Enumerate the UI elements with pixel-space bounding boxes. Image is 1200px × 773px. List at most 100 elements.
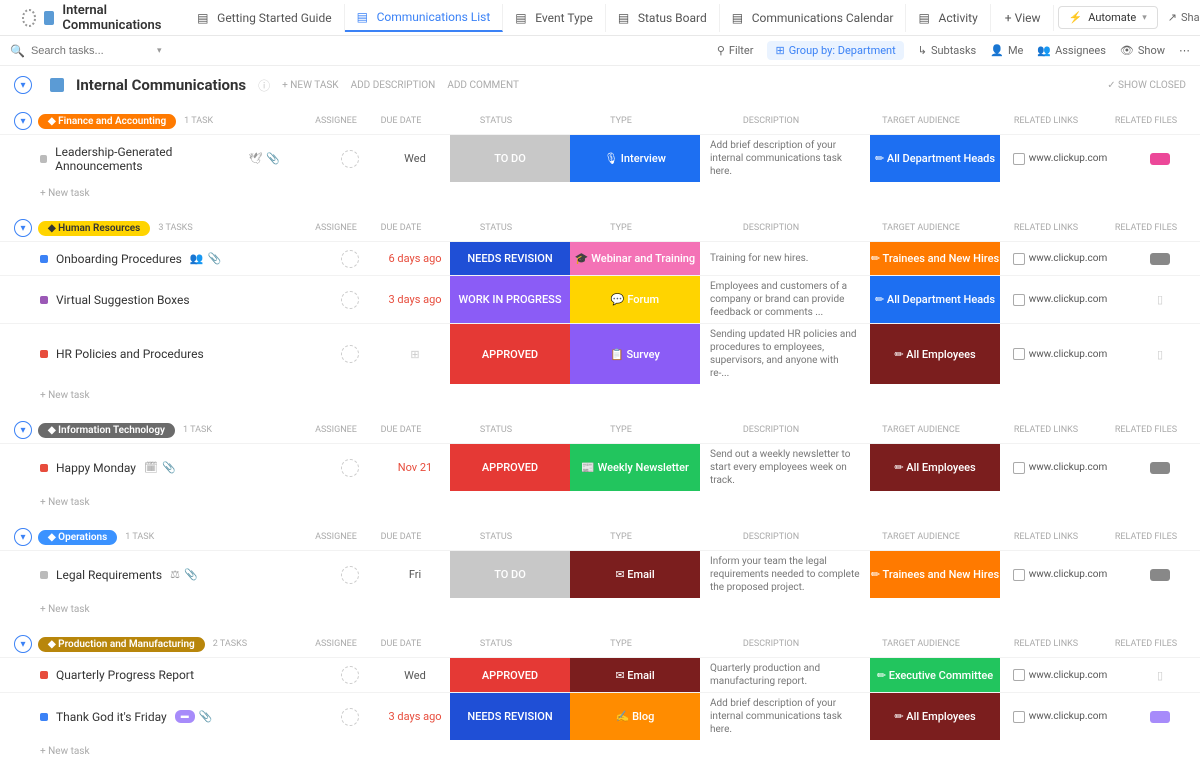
- description-cell[interactable]: Add brief description of your internal c…: [700, 135, 870, 182]
- task-row[interactable]: Thank God it's Friday▬📎3 days agoNEEDS R…: [0, 692, 1200, 740]
- col-description[interactable]: DESCRIPTION: [686, 532, 856, 542]
- file-chip[interactable]: [1150, 253, 1170, 265]
- col-audience[interactable]: TARGET AUDIENCE: [856, 532, 986, 542]
- group-pill[interactable]: ◆ Finance and Accounting: [38, 114, 176, 129]
- description-cell[interactable]: Training for new hires.: [700, 242, 870, 275]
- file-chip[interactable]: [1150, 711, 1170, 723]
- status-cell[interactable]: TO DO: [450, 135, 570, 182]
- status-cell[interactable]: TO DO: [450, 551, 570, 598]
- assignee-cell[interactable]: [320, 658, 380, 692]
- col-links[interactable]: RELATED LINKS: [986, 116, 1106, 126]
- automate-button[interactable]: ⚡Automate▾: [1058, 6, 1158, 29]
- assignee-cell[interactable]: [320, 693, 380, 740]
- col-status[interactable]: STATUS: [436, 639, 556, 649]
- link-cell[interactable]: www.clickup.com: [1000, 276, 1120, 323]
- description-cell[interactable]: Sending updated HR policies and procedur…: [700, 324, 870, 384]
- due-cell[interactable]: ⊞: [380, 324, 450, 384]
- group-pill[interactable]: ◆ Information Technology: [38, 423, 175, 438]
- status-square[interactable]: [40, 350, 48, 358]
- status-cell[interactable]: APPROVED: [450, 324, 570, 384]
- new-task-inline[interactable]: + New task: [0, 491, 1200, 514]
- status-square[interactable]: [40, 464, 48, 472]
- col-files[interactable]: RELATED FILES: [1106, 532, 1186, 542]
- status-cell[interactable]: APPROVED: [450, 444, 570, 491]
- status-cell[interactable]: WORK IN PROGRESS: [450, 276, 570, 323]
- view-tab[interactable]: ▤Status Board: [606, 4, 720, 32]
- col-due[interactable]: DUE DATE: [366, 532, 436, 542]
- col-type[interactable]: TYPE: [556, 425, 686, 435]
- col-status[interactable]: STATUS: [436, 116, 556, 126]
- assignee-avatar[interactable]: [341, 708, 359, 726]
- audience-cell[interactable]: ✏ All Department Heads: [870, 135, 1000, 182]
- files-cell[interactable]: ▯: [1120, 658, 1200, 692]
- task-row[interactable]: Happy Monday🗓📎Nov 21APPROVED📰 Weekly New…: [0, 443, 1200, 491]
- status-square[interactable]: [40, 296, 48, 304]
- file-chip[interactable]: [1150, 462, 1170, 474]
- due-cell[interactable]: Wed: [380, 135, 450, 182]
- description-cell[interactable]: Employees and customers of a company or …: [700, 276, 870, 323]
- status-cell[interactable]: APPROVED: [450, 658, 570, 692]
- audience-cell[interactable]: ✏ Executive Committee: [870, 658, 1000, 692]
- col-links[interactable]: RELATED LINKS: [986, 532, 1106, 542]
- col-type[interactable]: TYPE: [556, 116, 686, 126]
- due-cell[interactable]: 3 days ago: [380, 276, 450, 323]
- link-cell[interactable]: www.clickup.com: [1000, 444, 1120, 491]
- col-files[interactable]: RELATED FILES: [1106, 425, 1186, 435]
- assignee-avatar[interactable]: [341, 666, 359, 684]
- new-task-inline[interactable]: + New task: [0, 182, 1200, 205]
- assignee-cell[interactable]: [320, 551, 380, 598]
- col-type[interactable]: TYPE: [556, 639, 686, 649]
- col-audience[interactable]: TARGET AUDIENCE: [856, 223, 986, 233]
- task-row[interactable]: Quarterly Progress ReportWedAPPROVED✉ Em…: [0, 657, 1200, 692]
- col-assignee[interactable]: ASSIGNEE: [306, 223, 366, 233]
- show-closed-button[interactable]: ✓ SHOW CLOSED: [1107, 80, 1186, 91]
- assignee-avatar[interactable]: [341, 150, 359, 168]
- search-input-wrap[interactable]: 🔍 ▾: [10, 44, 349, 58]
- collapse-icon[interactable]: ▾: [14, 635, 32, 653]
- status-square[interactable]: [40, 571, 48, 579]
- add-description-link[interactable]: ADD DESCRIPTION: [351, 80, 436, 91]
- new-task-inline[interactable]: + New task: [0, 384, 1200, 407]
- status-square[interactable]: [40, 671, 48, 679]
- view-tab[interactable]: ▤Getting Started Guide: [185, 4, 344, 32]
- collapse-icon[interactable]: ▾: [14, 219, 32, 237]
- task-row[interactable]: Legal Requirements⚖📎FriTO DO✉ EmailInfor…: [0, 550, 1200, 598]
- status-square[interactable]: [40, 713, 48, 721]
- audience-cell[interactable]: ✏ All Employees: [870, 324, 1000, 384]
- due-cell[interactable]: 6 days ago: [380, 242, 450, 275]
- type-cell[interactable]: 💬 Forum: [570, 276, 700, 323]
- type-cell[interactable]: 📰 Weekly Newsletter: [570, 444, 700, 491]
- task-row[interactable]: Virtual Suggestion Boxes3 days agoWORK I…: [0, 275, 1200, 323]
- assignee-avatar[interactable]: [341, 291, 359, 309]
- due-cell[interactable]: Fri: [380, 551, 450, 598]
- link-cell[interactable]: www.clickup.com: [1000, 693, 1120, 740]
- info-icon[interactable]: ⓘ: [258, 77, 270, 94]
- view-tab[interactable]: ▤Communications List: [345, 4, 504, 32]
- audience-cell[interactable]: ✏ All Employees: [870, 693, 1000, 740]
- tag-chip[interactable]: ▬: [175, 710, 195, 723]
- col-type[interactable]: TYPE: [556, 223, 686, 233]
- share-button[interactable]: ↗Share: [1168, 11, 1200, 24]
- group-pill[interactable]: ◆ Production and Manufacturing: [38, 637, 205, 652]
- link-cell[interactable]: www.clickup.com: [1000, 242, 1120, 275]
- col-files[interactable]: RELATED FILES: [1106, 223, 1186, 233]
- status-cell[interactable]: NEEDS REVISION: [450, 242, 570, 275]
- col-assignee[interactable]: ASSIGNEE: [306, 116, 366, 126]
- view-tab[interactable]: ▤Communications Calendar: [720, 4, 907, 32]
- workspace-title[interactable]: Internal Communications: [8, 0, 183, 39]
- link-cell[interactable]: www.clickup.com: [1000, 135, 1120, 182]
- assignee-cell[interactable]: [320, 276, 380, 323]
- description-cell[interactable]: Inform your team the legal requirements …: [700, 551, 870, 598]
- col-links[interactable]: RELATED LINKS: [986, 639, 1106, 649]
- col-due[interactable]: DUE DATE: [366, 223, 436, 233]
- col-due[interactable]: DUE DATE: [366, 639, 436, 649]
- file-chip[interactable]: [1150, 153, 1170, 165]
- add-view-button[interactable]: + View: [993, 5, 1054, 31]
- search-chevron-icon[interactable]: ▾: [157, 46, 162, 56]
- files-cell[interactable]: [1120, 242, 1200, 275]
- audience-cell[interactable]: ✏ All Department Heads: [870, 276, 1000, 323]
- type-cell[interactable]: 🎓 Webinar and Training: [570, 242, 700, 275]
- files-cell[interactable]: [1120, 551, 1200, 598]
- assignee-avatar[interactable]: [341, 250, 359, 268]
- assignee-cell[interactable]: [320, 444, 380, 491]
